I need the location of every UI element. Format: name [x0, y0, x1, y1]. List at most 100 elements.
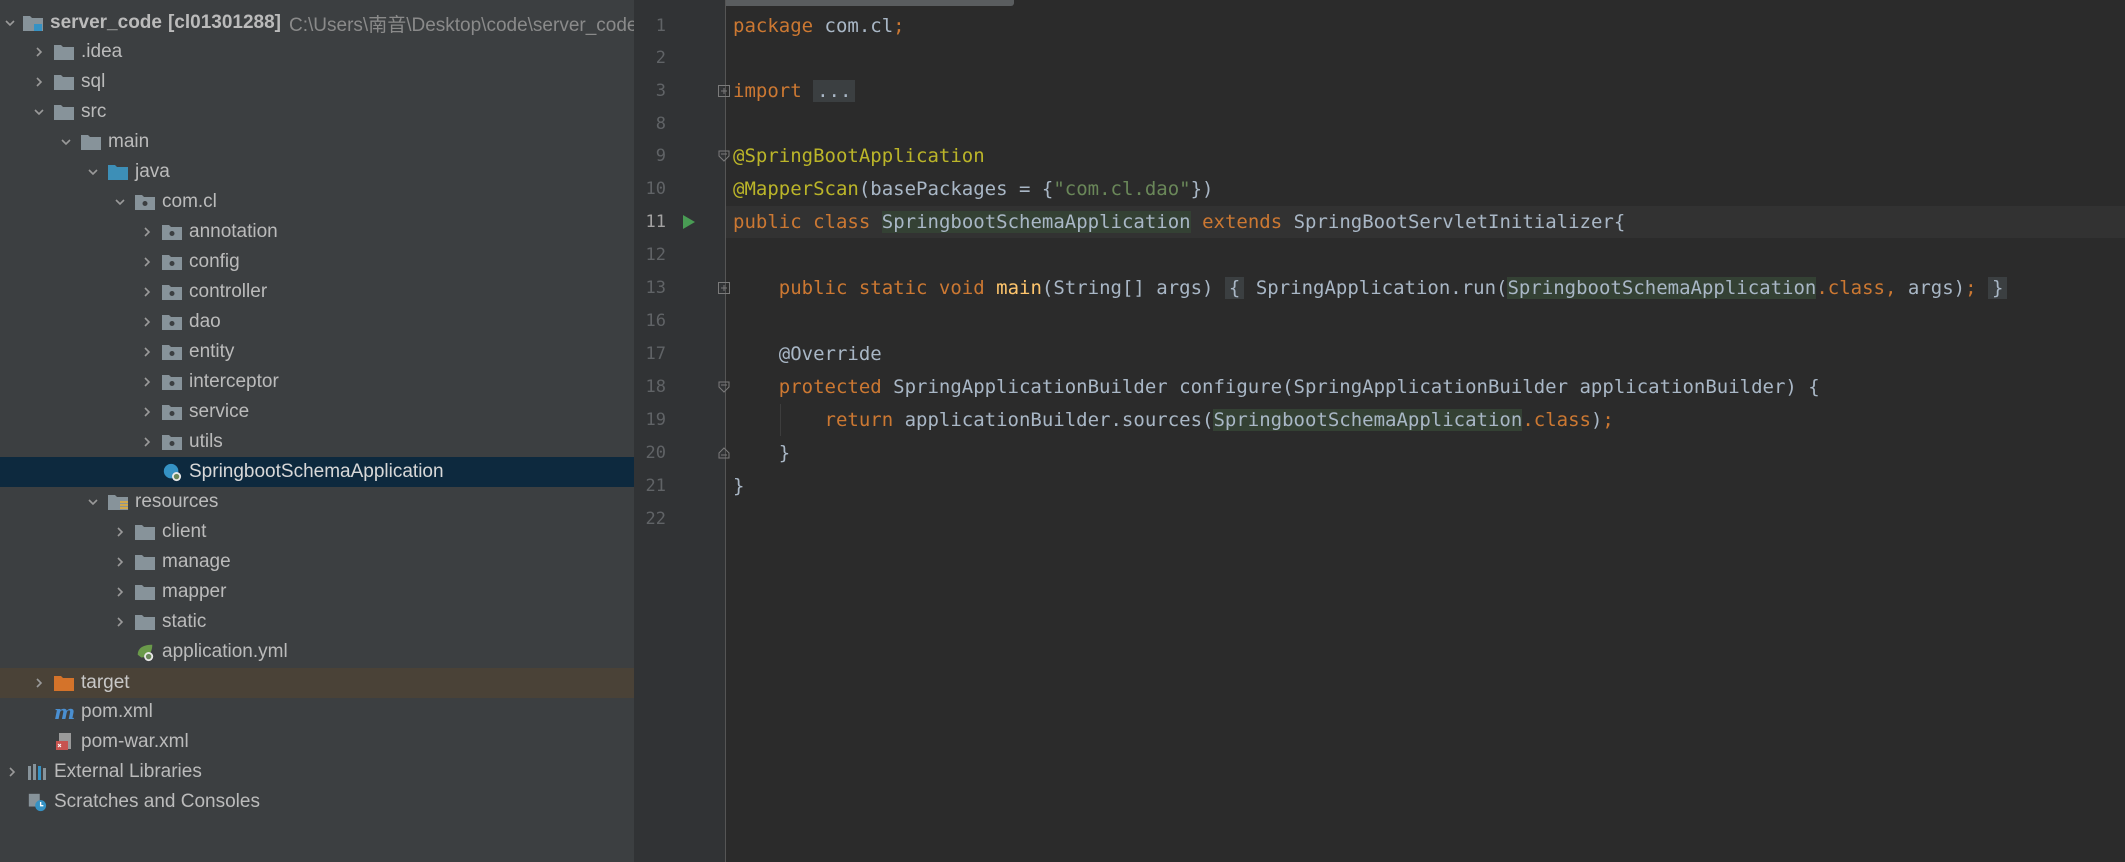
chevron-right-icon[interactable]: [139, 277, 155, 307]
resources-folder-icon: [107, 491, 129, 513]
scratches-icon: [26, 791, 48, 813]
chevron-down-icon[interactable]: [85, 157, 101, 187]
chevron-right-icon[interactable]: [139, 397, 155, 427]
tree-item-pom-xml[interactable]: m pom.xml: [0, 697, 634, 727]
package-icon: [161, 371, 183, 393]
code-text: SpringApplicationBuilder configure(Sprin…: [881, 376, 1820, 398]
line-number: 12: [645, 245, 666, 265]
chevron-right-icon[interactable]: [139, 427, 155, 457]
root-name: server_code: [50, 12, 162, 33]
run-icon[interactable]: [682, 214, 696, 230]
tree-item-resources[interactable]: resources: [0, 487, 634, 517]
chevron-right-icon[interactable]: [139, 337, 155, 367]
tree-item-application-yml[interactable]: application.yml: [0, 637, 634, 667]
tree-item-com-cl[interactable]: com.cl: [0, 187, 634, 217]
chevron-right-icon[interactable]: [31, 37, 47, 67]
tree-item-client[interactable]: client: [0, 517, 634, 547]
chevron-down-icon[interactable]: [31, 97, 47, 127]
chevron-right-icon[interactable]: [139, 307, 155, 337]
code-line-17[interactable]: @Override: [733, 338, 882, 371]
tree-label: utils: [189, 431, 223, 452]
chevron-down-icon[interactable]: [4, 8, 16, 38]
code-line-11[interactable]: public class SpringbootSchemaApplication…: [733, 206, 1625, 239]
tree-item-utils[interactable]: utils: [0, 427, 634, 457]
chevron-right-icon[interactable]: [31, 668, 47, 698]
code-line-1[interactable]: package com.cl;: [733, 10, 905, 43]
tree-item-manage[interactable]: manage: [0, 547, 634, 577]
code-line-13[interactable]: public static void main(String[] args) {…: [733, 272, 2008, 305]
tree-item-static[interactable]: static: [0, 607, 634, 637]
code-punct: ;: [893, 15, 905, 37]
folded-brace[interactable]: {: [1224, 277, 1245, 299]
tree-label: main: [108, 131, 150, 152]
excluded-folder-icon: [53, 672, 75, 694]
tree-label: service: [189, 401, 250, 422]
tree-root-server-code[interactable]: server_code [cl01301288] C:\Users\南音\Des…: [0, 8, 634, 38]
chevron-right-icon[interactable]: [4, 757, 20, 787]
chevron-down-icon[interactable]: [58, 127, 74, 157]
tree-item-pom-war-xml[interactable]: pom-war.xml: [0, 727, 634, 757]
tree-item-entity[interactable]: entity: [0, 337, 634, 367]
class-name: SpringbootSchemaApplication: [881, 211, 1191, 233]
code-line-21[interactable]: }: [733, 470, 744, 503]
keyword: import: [733, 80, 802, 102]
package-icon: [161, 431, 183, 453]
tree-item-springboot-schema-application[interactable]: SpringbootSchemaApplication: [0, 457, 634, 487]
line-number: 10: [645, 179, 666, 199]
tree-item-external-libraries[interactable]: External Libraries: [0, 757, 634, 787]
tree-label: .idea: [81, 41, 123, 62]
tree-label: com.cl: [162, 191, 217, 212]
chevron-right-icon[interactable]: [31, 67, 47, 97]
tree-label: controller: [189, 281, 268, 302]
chevron-down-icon[interactable]: [85, 487, 101, 517]
module-name: [cl01301288]: [167, 12, 282, 33]
tree-label: manage: [162, 551, 231, 572]
code-text: (String[] args): [1041, 277, 1225, 299]
chevron-right-icon[interactable]: [139, 367, 155, 397]
tree-item-src[interactable]: src: [0, 97, 634, 127]
keyword: .class: [1816, 277, 1885, 299]
chevron-right-icon[interactable]: [112, 517, 128, 547]
fold-collapse-icon[interactable]: [718, 150, 730, 162]
chevron-right-icon[interactable]: [112, 577, 128, 607]
tree-item-controller[interactable]: controller: [0, 277, 634, 307]
tree-label: pom-war.xml: [81, 731, 189, 752]
line-number: 19: [645, 410, 666, 430]
tree-item-sql[interactable]: sql: [0, 67, 634, 97]
tree-item-mapper[interactable]: mapper: [0, 577, 634, 607]
tree-item-scratches-and-consoles[interactable]: Scratches and Consoles: [0, 787, 634, 817]
chevron-right-icon[interactable]: [112, 607, 128, 637]
tree-item-config[interactable]: config: [0, 247, 634, 277]
chevron-right-icon[interactable]: [139, 217, 155, 247]
tree-item-idea[interactable]: .idea: [0, 37, 634, 67]
tree-item-java[interactable]: java: [0, 157, 634, 187]
tree-item-main[interactable]: main: [0, 127, 634, 157]
fold-collapse-icon[interactable]: [718, 381, 730, 393]
tree-item-target[interactable]: target: [0, 668, 634, 698]
tree-item-annotation[interactable]: annotation: [0, 217, 634, 247]
tree-item-dao[interactable]: dao: [0, 307, 634, 337]
folder-icon: [134, 581, 156, 603]
fold-expand-icon[interactable]: [718, 85, 730, 97]
code-text: args): [1896, 277, 1966, 299]
maven-icon: m: [53, 701, 75, 723]
tree-item-service[interactable]: service: [0, 397, 634, 427]
tree-item-interceptor[interactable]: interceptor: [0, 367, 634, 397]
code-line-9[interactable]: @SpringBootApplication: [733, 140, 985, 173]
code-line-18[interactable]: protected SpringApplicationBuilder confi…: [733, 371, 1820, 404]
chevron-right-icon[interactable]: [139, 247, 155, 277]
code-line-19[interactable]: return applicationBuilder.sources(Spring…: [733, 404, 1614, 437]
code-line-10[interactable]: @MapperScan(basePackages = {"com.cl.dao"…: [733, 173, 1213, 206]
chevron-down-icon[interactable]: [112, 187, 128, 217]
fold-expand-icon[interactable]: [718, 282, 730, 294]
code-punct: ;: [1602, 409, 1614, 431]
chevron-right-icon[interactable]: [112, 547, 128, 577]
tree-label: static: [162, 611, 207, 632]
fold-end-icon[interactable]: [718, 447, 730, 459]
folded-imports[interactable]: ...: [813, 80, 856, 102]
code-line-20[interactable]: }: [733, 437, 790, 470]
folded-brace[interactable]: }: [1987, 277, 2008, 299]
tree-label: entity: [189, 341, 235, 362]
code-line-3[interactable]: import ...: [733, 75, 856, 108]
tree-label: target: [81, 672, 130, 693]
